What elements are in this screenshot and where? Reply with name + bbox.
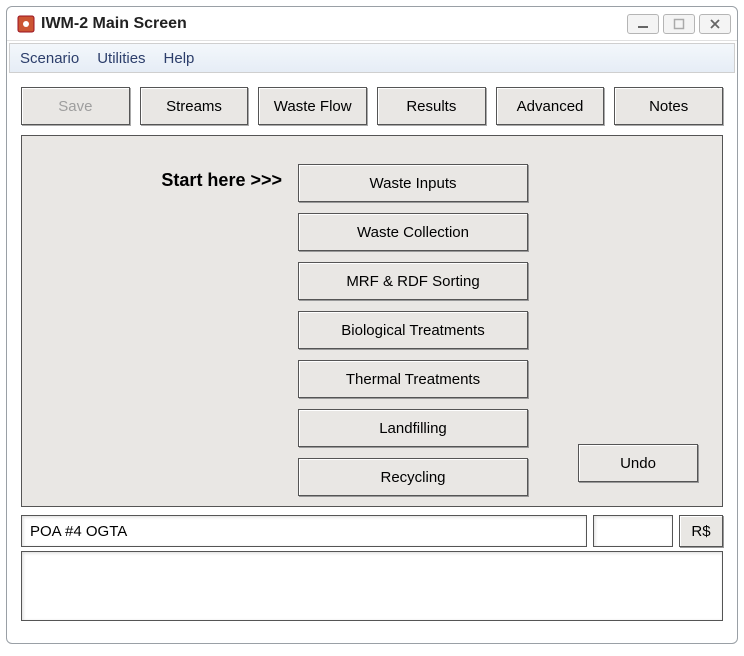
app-icon [17,15,35,33]
menu-utilities[interactable]: Utilities [97,50,145,67]
advanced-button[interactable]: Advanced [496,87,605,125]
scenario-name-field[interactable]: POA #4 OGTA [21,515,587,547]
status-row: POA #4 OGTA R$ [21,515,723,547]
biological-treatments-button[interactable]: Biological Treatments [298,311,528,349]
title-bar: IWM-2 Main Screen [7,7,737,41]
close-button[interactable] [699,14,731,34]
scenario-name-value: POA #4 OGTA [30,523,127,540]
undo-button[interactable]: Undo [578,444,698,482]
secondary-field[interactable] [593,515,673,547]
log-box[interactable] [21,551,723,621]
window-controls [627,14,731,34]
waste-collection-button[interactable]: Waste Collection [298,213,528,251]
recycling-button[interactable]: Recycling [298,458,528,496]
start-here-label: Start here >>> [42,164,282,191]
menu-scenario[interactable]: Scenario [20,50,79,67]
main-panel: Start here >>> Waste Inputs Waste Collec… [21,135,723,507]
waste-flow-button[interactable]: Waste Flow [258,87,367,125]
landfilling-button[interactable]: Landfilling [298,409,528,447]
menu-help[interactable]: Help [164,50,195,67]
save-button[interactable]: Save [21,87,130,125]
maximize-button[interactable] [663,14,695,34]
results-button[interactable]: Results [377,87,486,125]
menu-bar: Scenario Utilities Help [9,43,735,73]
waste-inputs-button[interactable]: Waste Inputs [298,164,528,202]
app-window: IWM-2 Main Screen Scenario Utilities Hel… [6,6,738,644]
toolbar: Save Streams Waste Flow Results Advanced… [7,73,737,135]
currency-button[interactable]: R$ [679,515,723,547]
mrf-rdf-sorting-button[interactable]: MRF & RDF Sorting [298,262,528,300]
minimize-button[interactable] [627,14,659,34]
thermal-treatments-button[interactable]: Thermal Treatments [298,360,528,398]
streams-button[interactable]: Streams [140,87,249,125]
flow-buttons: Waste Inputs Waste Collection MRF & RDF … [298,164,528,496]
window-title: IWM-2 Main Screen [41,15,627,33]
notes-button[interactable]: Notes [614,87,723,125]
